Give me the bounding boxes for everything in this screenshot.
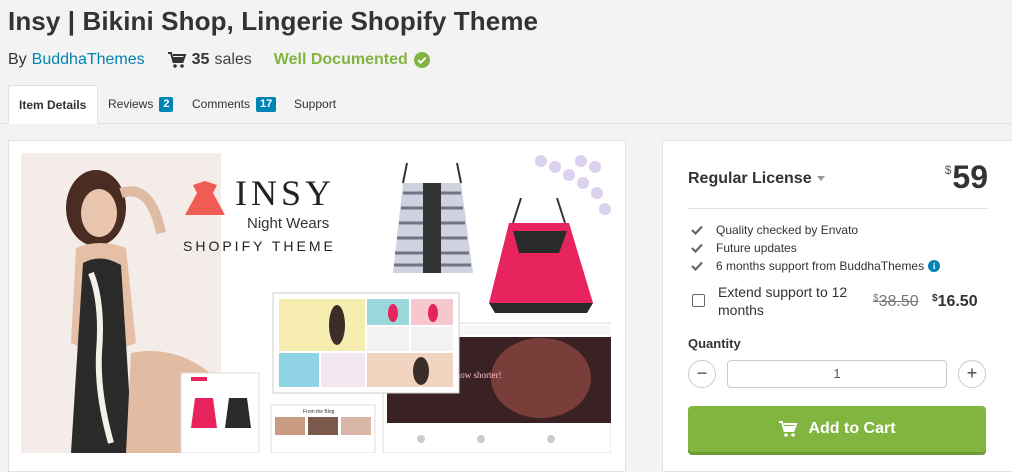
cart-icon [167, 52, 187, 68]
well-documented-label: Well Documented [273, 51, 408, 68]
product-cards-screenshot [180, 372, 260, 453]
item-preview[interactable]: INSY Night Wears SHOPIFY THEME now short… [8, 140, 626, 472]
blog-screenshot: From the Blog [270, 404, 376, 453]
check-icon [691, 261, 703, 271]
brand-name: INSY [235, 173, 335, 213]
license-name: Regular License [688, 170, 812, 187]
reviews-count-badge: 2 [159, 96, 174, 112]
sales-count: 35 [191, 51, 210, 68]
info-icon[interactable]: i [928, 260, 941, 272]
extend-old-price: $38.50 [873, 293, 919, 311]
author-link[interactable]: BuddhaThemes [32, 51, 145, 69]
tab-support[interactable]: Support [284, 85, 346, 123]
tab-label: Reviews [108, 97, 154, 111]
feature-text: Quality checked by Envato [716, 223, 859, 237]
item-meta: By BuddhaThemes 35 sales Well Documented [8, 50, 430, 70]
list-item: Future updates [691, 239, 940, 257]
brand-tagline: Night Wears [247, 215, 329, 232]
extend-support-option[interactable]: Extend support to 12 months $38.50 $16.5… [688, 283, 988, 323]
feature-text: 6 months support from BuddhaThemes [716, 259, 925, 273]
quantity-input[interactable]: 1 [727, 360, 947, 388]
chevron-down-icon [816, 176, 825, 182]
add-to-cart-label: Add to Cart [808, 420, 896, 437]
tab-label: Support [294, 97, 337, 111]
license-features: Quality checked by Envato Future updates… [691, 221, 941, 275]
blog-label: From the Blog [303, 409, 335, 415]
license-price: $ 59 [945, 159, 988, 195]
extend-support-checkbox[interactable] [692, 294, 705, 307]
check-icon [691, 225, 703, 235]
currency-symbol: $ [944, 163, 952, 177]
feature-text: Future updates [716, 241, 797, 255]
quantity-label: Quantity [688, 336, 741, 351]
tab-item-details[interactable]: Item Details [8, 85, 98, 124]
new-price-value: 16.50 [937, 293, 978, 310]
item-tabs: Item Details Reviews 2 Comments 17 Suppo… [0, 85, 1012, 124]
license-selector[interactable]: Regular License [688, 170, 825, 188]
extend-support-label: Extend support to 12 months [718, 284, 848, 318]
tab-reviews[interactable]: Reviews 2 [98, 85, 183, 123]
cart-icon [779, 421, 798, 437]
check-circle-icon [413, 52, 430, 68]
preview-image[interactable]: INSY Night Wears SHOPIFY THEME now short… [21, 153, 611, 453]
sales-label: sales [214, 51, 252, 68]
license-panel: Regular License $ 59 Quality checked by … [662, 140, 1012, 472]
check-icon [691, 243, 703, 253]
tab-label: Item Details [19, 97, 87, 112]
list-item: Quality checked by Envato [691, 221, 940, 239]
brand-subtitle: SHOPIFY THEME [183, 238, 336, 254]
list-item: 6 months support from BuddhaThemes i [691, 257, 941, 275]
add-to-cart-button[interactable]: Add to Cart [688, 406, 986, 452]
comments-count-badge: 17 [256, 96, 277, 112]
quantity-increment-button[interactable]: + [958, 360, 986, 388]
grid-screenshot [272, 292, 460, 394]
by-label: By [8, 51, 27, 68]
price-amount: 59 [952, 159, 988, 195]
divider [688, 208, 988, 209]
quantity-decrement-button[interactable]: − [688, 360, 716, 388]
old-price-value: 38.50 [878, 293, 919, 310]
item-title: Insy | Bikini Shop, Lingerie Shopify The… [8, 6, 539, 36]
tab-label: Comments [192, 97, 251, 111]
model-face [81, 189, 117, 237]
tab-comments[interactable]: Comments 17 [182, 85, 286, 123]
extend-new-price: $16.50 [932, 293, 978, 311]
